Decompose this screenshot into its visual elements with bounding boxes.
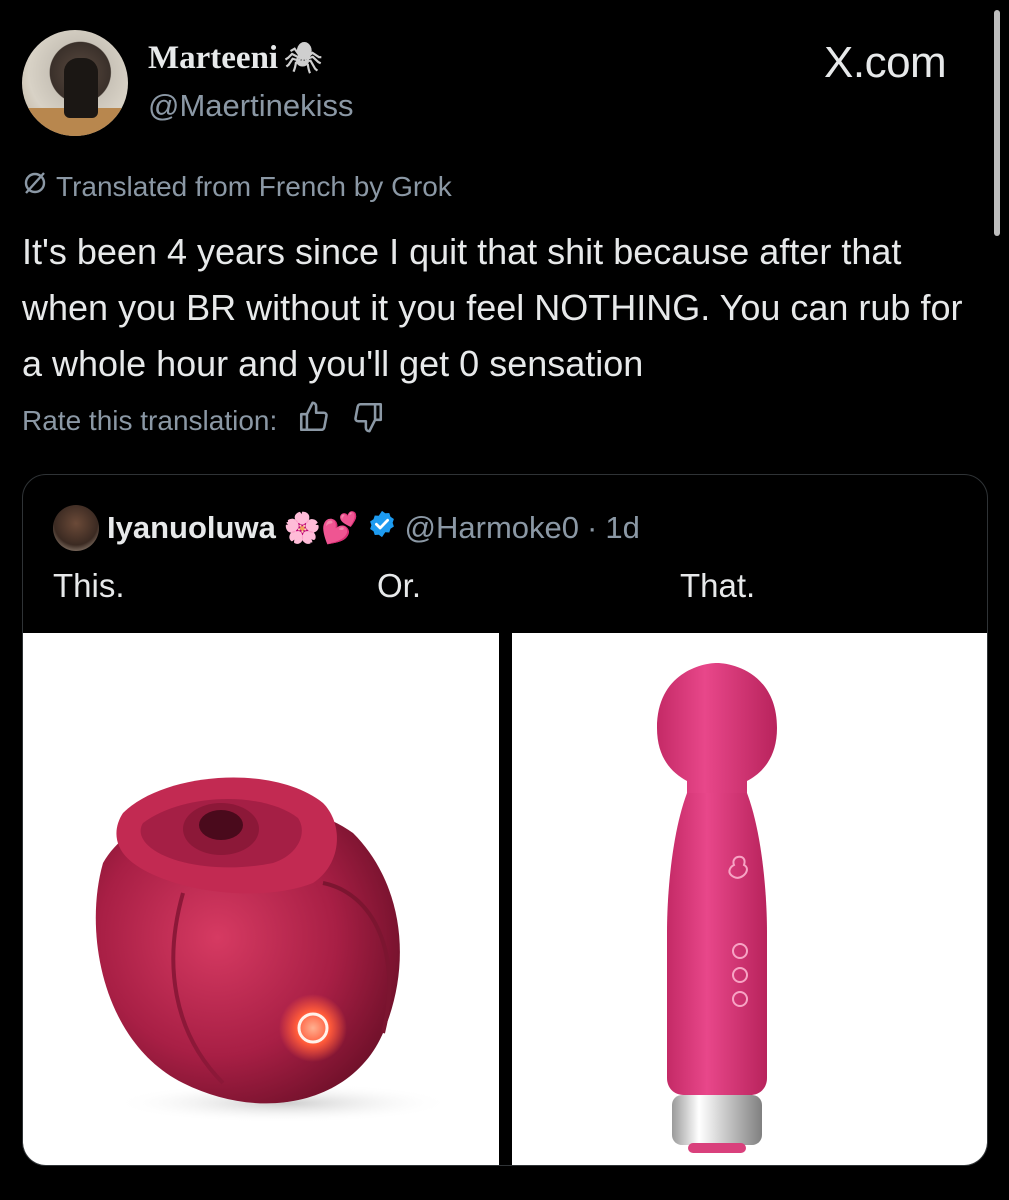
translation-notice: Translated from French by Grok xyxy=(22,170,452,203)
quoted-word-this: This. xyxy=(53,567,125,604)
quoted-word-or: Or. xyxy=(377,567,422,604)
quoted-name-emojis: 🌸💕 xyxy=(283,511,359,545)
tweet-text: It's been 4 years since I quit that shit… xyxy=(22,231,963,384)
quoted-separator: · xyxy=(587,510,598,545)
author-handle[interactable]: @Maertinekiss xyxy=(148,88,353,124)
scrollbar[interactable] xyxy=(994,10,1000,236)
quoted-display-name[interactable]: Iyanuoluwa xyxy=(107,510,276,546)
wand-toy-image[interactable] xyxy=(512,633,987,1165)
spider-icon: 🕷 xyxy=(284,42,323,75)
quoted-avatar[interactable] xyxy=(53,505,99,551)
image-divider xyxy=(499,633,512,1165)
quoted-word-that: That. xyxy=(680,567,756,604)
translation-label: Translated from French by Grok xyxy=(56,170,452,202)
quoted-post-header: Iyanuoluwa 🌸💕 @Harmoke0 · 1d xyxy=(53,505,640,551)
author-display-name[interactable]: Marteeni 🕷 xyxy=(148,40,322,77)
grok-icon xyxy=(22,170,48,203)
quoted-timestamp[interactable]: 1d xyxy=(605,510,639,546)
author-avatar[interactable] xyxy=(22,30,128,136)
quoted-handle[interactable]: @Harmoke0 xyxy=(405,510,579,546)
verified-badge-icon xyxy=(367,509,397,547)
avatar-person xyxy=(64,58,98,118)
author-name-text: Marteeni xyxy=(148,40,279,76)
rose-toy-image[interactable] xyxy=(23,633,499,1165)
quoted-post[interactable]: Iyanuoluwa 🌸💕 @Harmoke0 · 1d This. Or. T… xyxy=(22,474,988,1166)
thumbs-down-icon[interactable] xyxy=(351,400,385,441)
thumbs-up-icon[interactable] xyxy=(297,400,331,441)
rate-translation: Rate this translation: xyxy=(22,400,385,441)
rate-label: Rate this translation: xyxy=(22,404,278,436)
brand-watermark: X.com xyxy=(824,38,947,87)
